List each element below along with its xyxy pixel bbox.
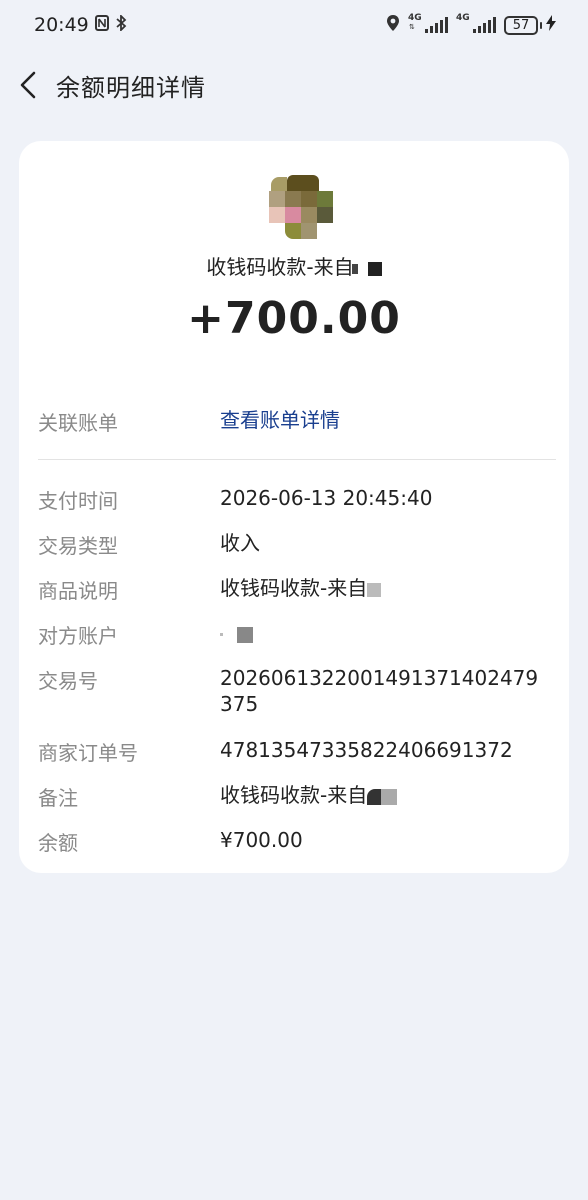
- nfc-icon: [94, 15, 109, 35]
- related-bill-label: 关联账单: [38, 411, 118, 435]
- detail-row-balance: 余额 ¥700.00: [38, 828, 303, 855]
- signal-4g-icon: 4G ⇅: [408, 13, 448, 33]
- location-icon: [386, 14, 400, 36]
- signal-4g-icon-2: 4G: [456, 13, 496, 33]
- status-left: 20:49: [34, 13, 127, 36]
- battery-icon: 57: [504, 15, 556, 35]
- transaction-source: 收钱码收款-来自: [19, 251, 569, 280]
- back-button[interactable]: [0, 60, 58, 110]
- status-time: 20:49: [34, 14, 89, 36]
- page-header: 余额明细详情: [0, 60, 588, 110]
- detail-row-pay-time: 支付时间 2026-06-13 20:45:40: [38, 486, 433, 513]
- detail-row-counterparty: 对方账户: [38, 620, 550, 649]
- redacted-mark: [220, 633, 223, 636]
- detail-card: 收钱码收款-来自 +700.00 关联账单 查看账单详情 支付时间 2026-0…: [19, 141, 569, 873]
- view-bill-link[interactable]: 查看账单详情: [220, 407, 550, 436]
- bluetooth-icon: [115, 13, 127, 35]
- avatar: [269, 175, 333, 239]
- detail-row-type: 交易类型 收入: [38, 531, 260, 558]
- transaction-amount: +700.00: [187, 293, 401, 344]
- charging-icon: [546, 15, 556, 35]
- redacted-mark: [367, 788, 382, 805]
- redacted-mark: [237, 626, 253, 643]
- battery-level: 57: [512, 17, 530, 33]
- status-right: 4G ⇅ 4G 57: [386, 13, 556, 36]
- detail-row-description: 商品说明 收钱码收款-来自: [38, 575, 550, 604]
- detail-row-remark: 备注 收钱码收款-来自: [38, 782, 550, 811]
- page-title: 余额明细详情: [56, 73, 206, 102]
- divider: [38, 459, 556, 460]
- redacted-mark: [367, 582, 382, 597]
- redacted-mark: [381, 788, 398, 805]
- detail-row-trade-no: 交易号 2026061322001491371402479375: [38, 666, 539, 716]
- detail-row-merchant-order: 商家订单号 47813547335822406691372: [38, 738, 513, 765]
- chevron-left-icon: [20, 71, 36, 99]
- related-bill-row: 关联账单 查看账单详情: [38, 407, 550, 436]
- status-bar: 20:49 4G ⇅ 4G 57: [0, 0, 588, 50]
